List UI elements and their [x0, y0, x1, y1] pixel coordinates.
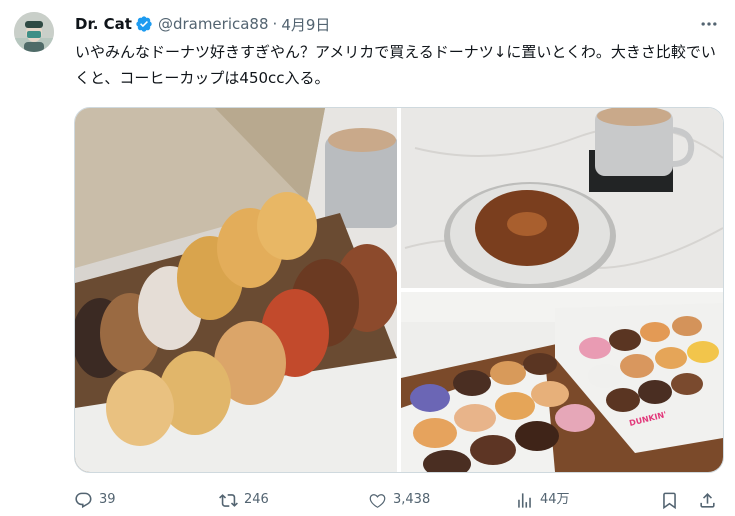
avatar[interactable]: [14, 12, 54, 52]
bookmark-button[interactable]: [660, 487, 685, 513]
views-icon: [518, 492, 531, 508]
views-button[interactable]: 44万: [515, 487, 570, 513]
like-count: 3,438: [393, 492, 431, 507]
reply-icon: [75, 492, 92, 508]
tweet-header: Dr. Cat @dramerica88 · 4月9日: [75, 13, 719, 35]
reply-button[interactable]: 39: [74, 487, 116, 513]
repost-count: 246: [244, 492, 269, 507]
repost-button[interactable]: 246: [219, 487, 269, 513]
author-name[interactable]: Dr. Cat: [75, 15, 132, 33]
media-grid: DUNKIN': [74, 107, 724, 473]
tweet-date[interactable]: 4月9日: [281, 14, 330, 35]
verified-icon: [136, 16, 152, 32]
author-handle[interactable]: @dramerica88: [158, 15, 269, 33]
reply-count: 39: [99, 492, 116, 507]
share-button[interactable]: [698, 487, 723, 513]
views-count: 44万: [540, 492, 570, 507]
share-icon: [700, 492, 715, 508]
tweet-text: いやみんなドーナツ好きすぎやん？アメリカで買えるドーナツ↓に置いとくわ。大きさ比…: [75, 43, 716, 87]
repost-icon: [219, 493, 238, 507]
like-button[interactable]: 3,438: [368, 487, 430, 513]
donut-plate-coffee-photo[interactable]: [401, 108, 723, 290]
donut-box-photo[interactable]: [75, 108, 399, 472]
separator-dot: ·: [272, 15, 278, 33]
more-icon[interactable]: [697, 12, 721, 36]
bookmark-icon: [663, 492, 676, 509]
dunkin-boxes-photo[interactable]: DUNKIN': [401, 292, 723, 472]
action-bar: 39 246 3,438 44万: [74, 487, 724, 513]
like-icon: [369, 493, 386, 508]
